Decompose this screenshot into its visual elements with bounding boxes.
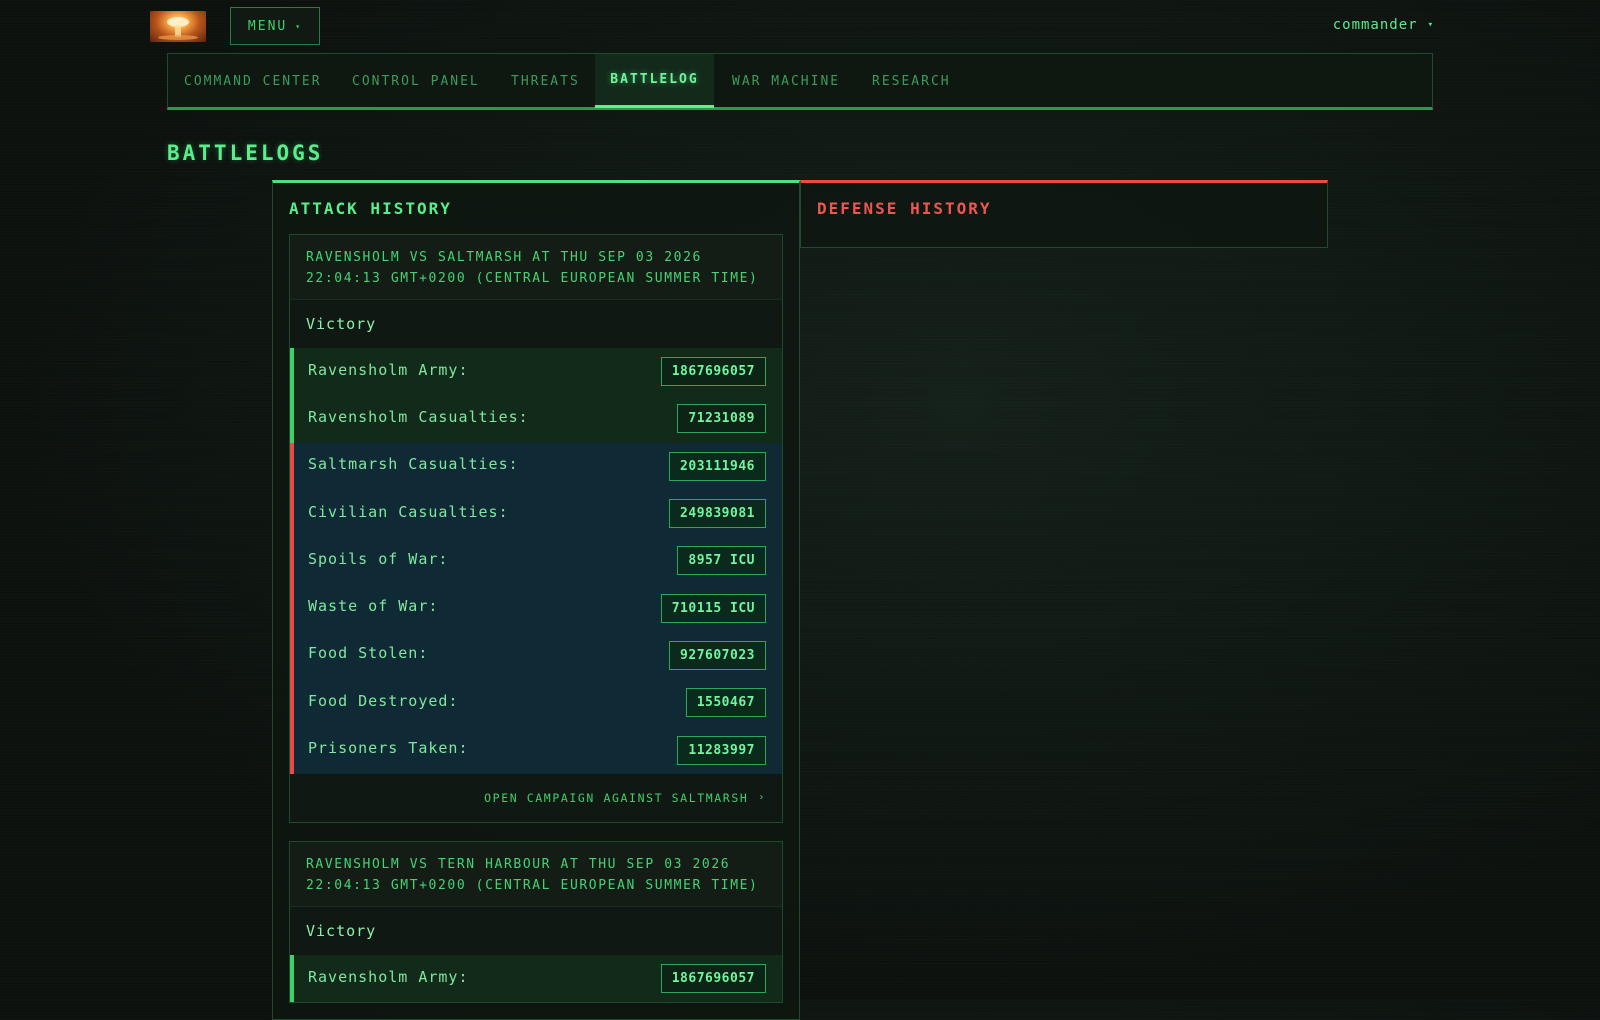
user-menu[interactable]: commander ▾ [1333, 17, 1434, 33]
tab-command-center[interactable]: COMMAND CENTER [184, 54, 322, 108]
stat-label: Food Destroyed: [308, 691, 459, 710]
stat-value: 11283997 [677, 735, 766, 765]
stat-row: Prisoners Taken: 11283997 [290, 726, 782, 774]
stat-value: 927607023 [669, 640, 766, 670]
stat-label: Civilian Casualties: [308, 502, 509, 521]
chevron-down-icon: ▾ [295, 21, 303, 31]
stat-row: Ravensholm Army: 1867696057 [290, 348, 782, 396]
open-campaign-label: OPEN CAMPAIGN AGAINST SALTMARSH [484, 790, 749, 805]
tab-label: RESEARCH [872, 73, 951, 89]
attack-history-title: ATTACK HISTORY [289, 199, 452, 218]
stat-label: Waste of War: [308, 597, 439, 616]
stat-label: Saltmarsh Casualties: [308, 455, 519, 474]
top-bar: MENU ▾ commander ▾ [150, 0, 1434, 52]
open-campaign-link[interactable]: OPEN CAMPAIGN AGAINST SALTMARSH › [290, 774, 782, 822]
stat-value: 710115 ICU [660, 593, 766, 623]
tab-research[interactable]: RESEARCH [872, 54, 951, 108]
user-name: commander [1332, 17, 1418, 33]
chevron-right-icon: › [758, 792, 766, 804]
tab-control-panel[interactable]: CONTROL PANEL [352, 54, 480, 108]
menu-label: MENU [247, 18, 288, 34]
menu-button[interactable]: MENU ▾ [230, 7, 320, 45]
tab-label: WAR MACHINE [732, 73, 841, 89]
stat-value: 249839081 [669, 499, 766, 529]
page-title: BATTLELOGS [167, 141, 324, 165]
stat-value: 203111946 [669, 451, 766, 481]
battle-result: Victory [290, 906, 782, 955]
battle-heading: RAVENSHOLM VS TERN HARBOUR AT THU SEP 03… [290, 842, 782, 906]
stat-value: 71231089 [677, 404, 766, 434]
stat-value: 8957 ICU [677, 546, 766, 576]
stat-row: Saltmarsh Casualties: 203111946 [290, 442, 782, 490]
stat-row: Spoils of War: 8957 ICU [290, 537, 782, 585]
main-nav: COMMAND CENTER CONTROL PANEL THREATS BAT… [167, 53, 1433, 110]
stat-value: 1550467 [685, 688, 766, 718]
stat-row: Food Destroyed: 1550467 [290, 679, 782, 727]
battle-card: RAVENSHOLM VS SALTMARSH AT THU SEP 03 20… [289, 234, 783, 823]
chevron-down-icon: ▾ [1427, 20, 1434, 30]
stat-row: Ravensholm Army: 1867696057 [290, 955, 782, 1003]
stat-row: Waste of War: 710115 ICU [290, 584, 782, 632]
stat-label: Ravensholm Casualties: [308, 407, 529, 426]
stat-label: Ravensholm Army: [308, 967, 469, 986]
stat-row: Food Stolen: 927607023 [290, 631, 782, 680]
stat-row: Ravensholm Casualties: 71231089 [290, 395, 782, 443]
tab-label: COMMAND CENTER [184, 73, 322, 89]
defense-history-panel: DEFENSE HISTORY [800, 180, 1328, 248]
tab-label: BATTLELOG [610, 72, 699, 87]
tab-label: CONTROL PANEL [352, 73, 480, 89]
tab-battlelog[interactable]: BATTLELOG [595, 54, 714, 108]
stat-value: 1867696057 [660, 964, 766, 994]
tab-threats[interactable]: THREATS [511, 54, 580, 108]
stat-label: Spoils of War: [308, 549, 449, 568]
tab-label: THREATS [511, 73, 580, 89]
battle-heading: RAVENSHOLM VS SALTMARSH AT THU SEP 03 20… [290, 235, 782, 299]
defense-history-title: DEFENSE HISTORY [817, 199, 992, 218]
mushroom-cloud-logo[interactable] [150, 11, 206, 42]
battle-result: Victory [290, 299, 782, 348]
battle-card: RAVENSHOLM VS TERN HARBOUR AT THU SEP 03… [289, 841, 783, 1004]
tab-war-machine[interactable]: WAR MACHINE [732, 54, 840, 108]
stat-label: Ravensholm Army: [308, 360, 469, 379]
stat-row: Civilian Casualties: 249839081 [290, 489, 782, 538]
stat-value: 1867696057 [660, 357, 766, 387]
stat-label: Food Stolen: [308, 644, 429, 663]
stat-label: Prisoners Taken: [308, 739, 469, 758]
attack-history-panel: ATTACK HISTORY RAVENSHOLM VS SALTMARSH A… [272, 180, 800, 1020]
